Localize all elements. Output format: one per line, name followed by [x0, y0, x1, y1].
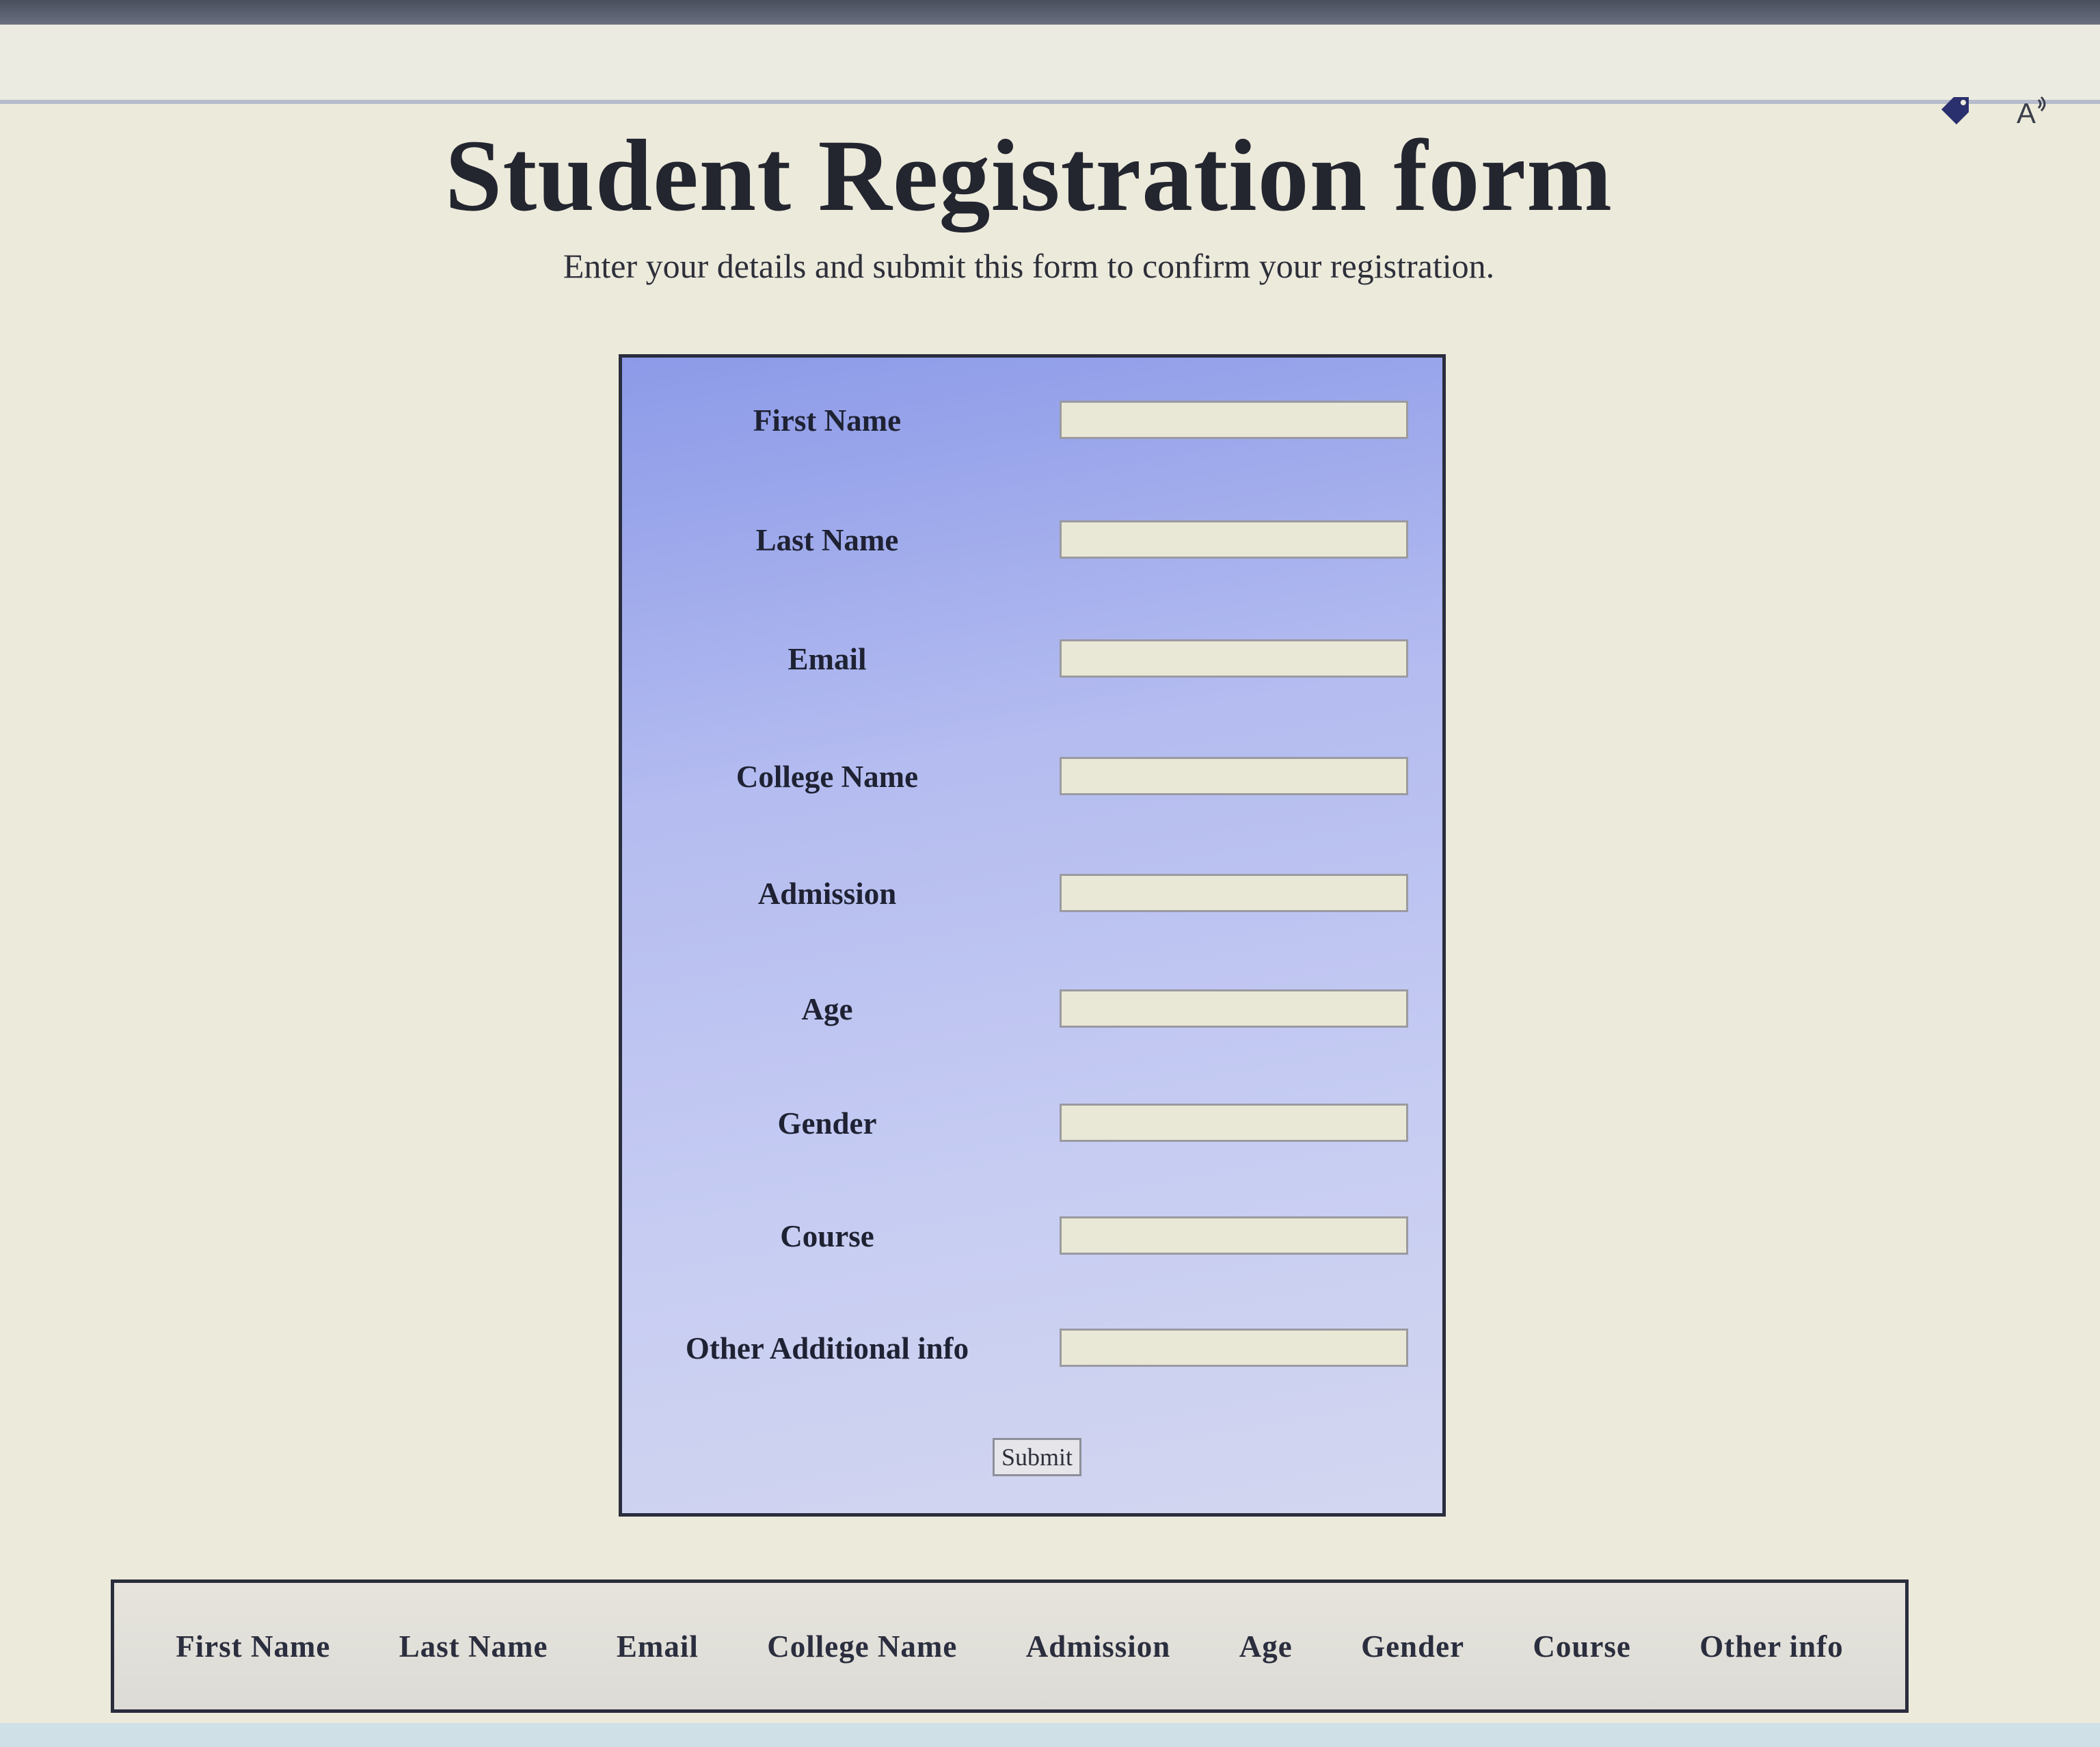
form-row-email: Email: [622, 635, 1442, 683]
form-row-other-info: Other Additional info: [622, 1324, 1442, 1372]
age-label: Age: [801, 992, 853, 1026]
form-row-first-name: First Name: [622, 397, 1442, 444]
email-input[interactable]: [1060, 639, 1408, 678]
form-row-age: Age: [622, 985, 1442, 1033]
other-info-label: Other Additional info: [685, 1331, 969, 1365]
table-header-other-info: Other info: [1699, 1629, 1844, 1664]
registration-form: First Name Last Name Email College Name …: [619, 354, 1446, 1517]
first-name-input[interactable]: [1060, 401, 1408, 439]
results-table: First Name Last Name Email College Name …: [111, 1579, 1909, 1713]
page-subtitle: Enter your details and submit this form …: [563, 247, 1495, 285]
college-name-input[interactable]: [1060, 757, 1408, 795]
table-header-age: Age: [1239, 1629, 1293, 1664]
last-name-input[interactable]: [1060, 520, 1408, 559]
submit-button[interactable]: Submit: [993, 1438, 1081, 1476]
gender-label: Gender: [777, 1106, 877, 1141]
other-info-input[interactable]: [1060, 1329, 1408, 1367]
screen-bezel: [0, 0, 2100, 25]
last-name-label: Last Name: [755, 523, 899, 557]
taskbar-edge: [0, 1723, 2100, 1747]
admission-input[interactable]: [1060, 874, 1408, 912]
table-header-gender: Gender: [1361, 1629, 1465, 1664]
page-title: Student Registration form: [444, 119, 1613, 232]
college-name-label: College Name: [736, 760, 919, 794]
table-header-email: Email: [616, 1629, 699, 1664]
browser-toolbar: [0, 25, 2100, 104]
table-header-admission: Admission: [1025, 1629, 1171, 1664]
form-row-last-name: Last Name: [622, 516, 1442, 564]
form-row-college-name: College Name: [622, 753, 1442, 801]
age-input[interactable]: [1060, 989, 1408, 1028]
admission-label: Admission: [757, 877, 897, 911]
first-name-label: First Name: [753, 403, 902, 438]
table-header-row: First Name Last Name Email College Name …: [114, 1583, 1905, 1709]
email-label: Email: [788, 642, 867, 676]
table-header-first-name: First Name: [176, 1629, 331, 1664]
form-row-gender: Gender: [622, 1099, 1442, 1147]
form-row-admission: Admission: [622, 870, 1442, 918]
gender-input[interactable]: [1060, 1104, 1408, 1142]
page-header: Student Registration form Enter your det…: [0, 120, 2058, 286]
table-header-college-name: College Name: [767, 1629, 958, 1664]
form-row-course: Course: [622, 1212, 1442, 1260]
course-input[interactable]: [1060, 1216, 1408, 1255]
table-header-last-name: Last Name: [399, 1629, 548, 1664]
course-label: Course: [780, 1219, 874, 1253]
table-header-course: Course: [1533, 1629, 1631, 1664]
